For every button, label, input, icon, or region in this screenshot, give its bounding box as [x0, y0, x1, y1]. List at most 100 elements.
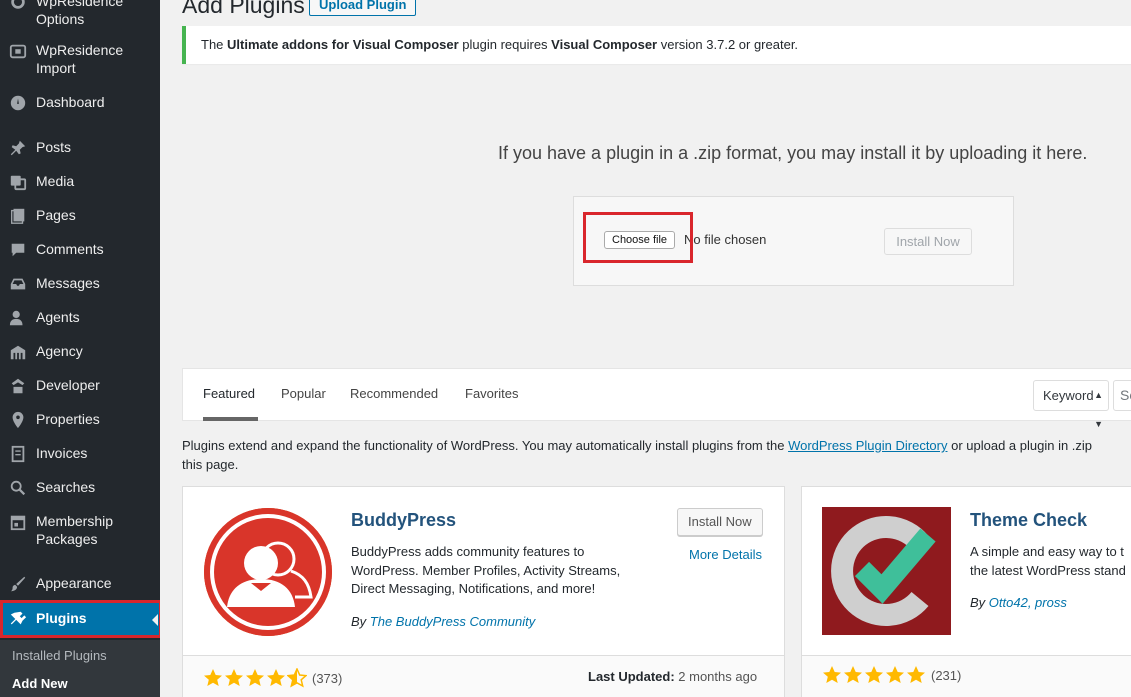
- sidebar-item-comments[interactable]: Comments: [0, 240, 160, 259]
- current-indicator: [152, 614, 158, 626]
- sidebar-item-label: Pages: [36, 207, 76, 223]
- sidebar-item-membership-packages[interactable]: Membership Packages: [0, 512, 160, 548]
- plugin-description: BuddyPress adds community features to Wo…: [351, 544, 621, 596]
- active-tab-underline: [203, 417, 258, 421]
- star-full-icon: [823, 666, 841, 683]
- notice-suffix: version 3.7.2 or greater.: [657, 37, 799, 52]
- intro-before-link: Plugins extend and expand the functional…: [182, 438, 789, 453]
- sidebar-item-posts[interactable]: Posts: [0, 138, 160, 157]
- buddypress-logo-icon: [204, 508, 332, 636]
- invoice-icon: [0, 444, 36, 463]
- install-now-button[interactable]: Install Now: [884, 228, 972, 255]
- sidebar-item-label: Invoices: [36, 445, 88, 461]
- admin-notice: The Ultimate addons for Visual Composer …: [182, 26, 1131, 64]
- sidebar-item-label: Posts: [36, 139, 72, 155]
- users-icon: [0, 308, 36, 327]
- sidebar-item-wpresidence-options[interactable]: WpResidence Options: [0, 0, 160, 28]
- comment-icon: [0, 240, 36, 259]
- search-type-select[interactable]: Keyword ▲ ▼: [1033, 380, 1109, 429]
- sidebar-item-developer[interactable]: Developer: [0, 376, 160, 395]
- sidebar-item-label: Messages: [36, 275, 100, 291]
- pin-icon: [0, 138, 36, 157]
- select-arrows-icon: ▲ ▼: [1094, 390, 1103, 429]
- developer-icon: [0, 376, 36, 395]
- theme-check-logo-icon: [822, 507, 951, 635]
- sidebar-item-plugins[interactable]: Plugins: [0, 603, 160, 635]
- author-link[interactable]: The BuddyPress Community: [370, 614, 535, 629]
- sidebar-item-agents[interactable]: Agents: [0, 308, 160, 327]
- brush-icon: [0, 574, 36, 593]
- sidebar-item-label: Properties: [36, 411, 100, 427]
- sidebar-item-invoices[interactable]: Invoices: [0, 444, 160, 463]
- sidebar-item-label: Developer: [36, 377, 100, 393]
- plugin-filter-bar: Featured Popular Recommended Favorites K…: [182, 368, 1131, 429]
- author-link[interactable]: Otto42, pross: [989, 595, 1067, 610]
- install-now-button[interactable]: Install Now: [677, 508, 763, 536]
- submenu-add-new[interactable]: Add New: [12, 676, 68, 691]
- tab-popular[interactable]: Popular: [281, 386, 326, 401]
- sidebar-item-label: Agency: [36, 343, 83, 359]
- more-details-link[interactable]: More Details: [689, 547, 762, 562]
- plugin-card-footer: (231): [802, 655, 1131, 697]
- sidebar-item-media[interactable]: Media: [0, 172, 160, 191]
- calendar-icon: [0, 512, 36, 531]
- plugins-intro: Plugins extend and expand the functional…: [182, 436, 1131, 474]
- plugin-card-footer: (373) Last Updated: 2 months ago: [183, 655, 784, 697]
- tab-favorites[interactable]: Favorites: [465, 386, 518, 401]
- star-rating: (231): [822, 665, 961, 685]
- upload-instruction: If you have a plugin in a .zip format, y…: [498, 143, 1088, 163]
- author-prefix: By: [351, 614, 370, 629]
- plugin-directory-link[interactable]: WordPress Plugin Directory: [788, 438, 947, 453]
- file-status: No file chosen: [684, 232, 767, 247]
- submenu-installed-plugins[interactable]: Installed Plugins: [12, 648, 107, 663]
- intro-after-link: or upload a plugin in .zip: [947, 438, 1093, 453]
- inbox-icon: [0, 274, 36, 293]
- sidebar-item-label: Membership Packages: [36, 513, 114, 547]
- star-full-icon: [886, 666, 904, 683]
- sidebar-item-messages[interactable]: Messages: [0, 274, 160, 293]
- notice-required: Visual Composer: [551, 37, 658, 52]
- notice-prefix: The: [201, 37, 228, 52]
- search-plugins-input[interactable]: Se: [1113, 380, 1131, 411]
- sidebar-item-label: Media: [36, 173, 75, 189]
- sidebar-item-label: Searches: [36, 479, 96, 495]
- sidebar-item-appearance[interactable]: Appearance: [0, 574, 160, 593]
- sidebar-item-label: Appearance: [36, 575, 112, 591]
- last-updated: Last Updated: 2 months ago: [588, 669, 757, 684]
- star-full-icon: [246, 669, 264, 686]
- plugin-card-theme-check: Theme Check A simple and easy way to t t…: [801, 486, 1131, 697]
- gear-icon: [0, 0, 36, 11]
- notice-plugin: Ultimate addons for Visual Composer: [227, 37, 459, 52]
- dashboard-icon: [0, 93, 36, 112]
- star-half-icon: [287, 668, 307, 688]
- media-icon: [0, 172, 36, 191]
- sidebar-item-agency[interactable]: Agency: [0, 342, 160, 361]
- sidebar-item-pages[interactable]: Pages: [0, 206, 160, 225]
- sidebar-item-dashboard[interactable]: Dashboard: [0, 93, 160, 112]
- updated-label: Last Updated:: [588, 669, 675, 684]
- location-icon: [0, 410, 36, 429]
- rating-count: (373): [312, 670, 343, 686]
- sidebar-item-label: Agents: [36, 309, 80, 325]
- star-full-icon: [907, 666, 925, 683]
- plugin-name[interactable]: Theme Check: [970, 510, 1087, 531]
- sidebar-item-properties[interactable]: Properties: [0, 410, 160, 429]
- sidebar-item-label: Dashboard: [36, 94, 105, 110]
- plugin-author: By Otto42, pross: [970, 595, 1067, 610]
- plugin-name[interactable]: BuddyPress: [351, 510, 456, 531]
- building-icon: [0, 342, 36, 361]
- choose-file-button[interactable]: Choose file: [604, 231, 676, 249]
- upload-plugin-button[interactable]: Upload Plugin: [309, 0, 417, 16]
- sidebar-item-wpresidence-import[interactable]: WpResidence Import: [0, 41, 160, 77]
- notice-middle: plugin requires: [458, 37, 552, 52]
- import-icon: [0, 41, 36, 60]
- star-full-icon: [844, 666, 862, 683]
- star-full-icon: [865, 666, 883, 683]
- sidebar-item-searches[interactable]: Searches: [0, 478, 160, 497]
- plugin-author: By The BuddyPress Community: [351, 614, 535, 629]
- tab-featured[interactable]: Featured: [203, 386, 255, 401]
- intro-line-2: this page.: [182, 457, 239, 472]
- sidebar-item-label: WpResidence Options: [36, 0, 124, 27]
- author-prefix: By: [970, 595, 989, 610]
- tab-recommended[interactable]: Recommended: [350, 386, 438, 401]
